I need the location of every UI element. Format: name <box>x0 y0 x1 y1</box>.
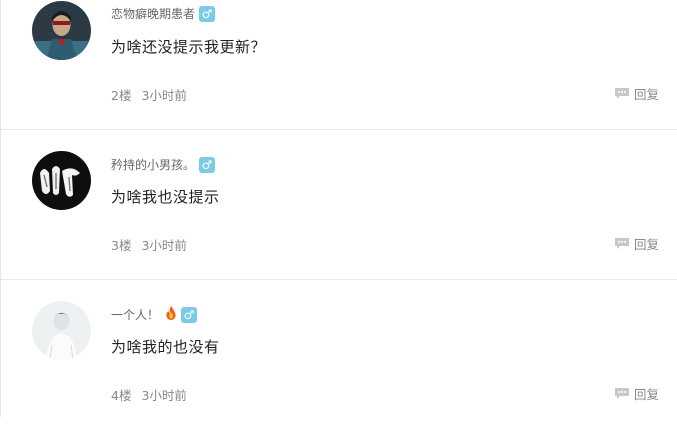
male-gender-icon: ♂ <box>181 306 198 323</box>
avatar[interactable] <box>32 1 91 60</box>
comment-bubble-icon <box>615 88 629 99</box>
avatar[interactable] <box>32 151 91 210</box>
floor-number: 4楼 <box>111 388 132 403</box>
avatar-image <box>32 151 91 210</box>
comment-time: 3小时前 <box>141 88 187 103</box>
comment-time: 3小时前 <box>141 388 187 403</box>
comment-meta: 3楼 3小时前 <box>111 235 187 254</box>
reply-button[interactable]: 回复 <box>614 234 659 253</box>
reply-label[interactable]: 回复 <box>634 84 659 103</box>
reply-button[interactable]: 回复 <box>614 84 659 103</box>
floor-number: 2楼 <box>111 88 132 103</box>
avatar-image <box>32 1 91 60</box>
comment-bubble-icon <box>615 388 629 399</box>
comment-meta: 4楼 3小时前 <box>111 385 187 404</box>
username-text[interactable]: 矜持的小男孩。 <box>111 156 195 173</box>
male-gender-icon: ♂ <box>199 5 216 22</box>
reply-button[interactable]: 回复 <box>614 384 659 403</box>
floor-number: 3楼 <box>111 238 132 253</box>
comment-meta: 2楼 3小时前 <box>111 85 187 104</box>
reply-label[interactable]: 回复 <box>634 384 659 403</box>
avatar-image <box>32 301 91 360</box>
comment-item: 一个人！ ♂ 为啥我的也没有 4楼 3小时前 回复 <box>1 280 677 430</box>
comment-bubble-icon <box>615 238 629 249</box>
comment-time: 3小时前 <box>141 238 187 253</box>
avatar[interactable] <box>32 301 91 360</box>
comment-text: 为啥我的也没有 <box>111 338 220 356</box>
male-gender-icon: ♂ <box>199 156 216 173</box>
comment-item: 恋物癖晚期患者 ♂ 为啥还没提示我更新？ 2楼 3小时前 回复 <box>1 0 677 130</box>
comment-list: 恋物癖晚期患者 ♂ 为啥还没提示我更新？ 2楼 3小时前 回复 矜持的小男孩。 … <box>0 0 677 417</box>
comment-text: 为啥还没提示我更新？ <box>111 38 267 56</box>
reply-label[interactable]: 回复 <box>634 234 659 253</box>
username[interactable]: 一个人！ ♂ <box>111 306 198 323</box>
username-text[interactable]: 恋物癖晚期患者 <box>111 5 195 22</box>
comment-text: 为啥我也没提示 <box>111 188 220 206</box>
username-text[interactable]: 一个人！ <box>111 306 159 323</box>
fire-icon <box>165 306 177 323</box>
username[interactable]: 恋物癖晚期患者 ♂ <box>111 5 216 22</box>
username[interactable]: 矜持的小男孩。 ♂ <box>111 156 216 173</box>
comment-item: 矜持的小男孩。 ♂ 为啥我也没提示 3楼 3小时前 回复 <box>1 130 677 280</box>
